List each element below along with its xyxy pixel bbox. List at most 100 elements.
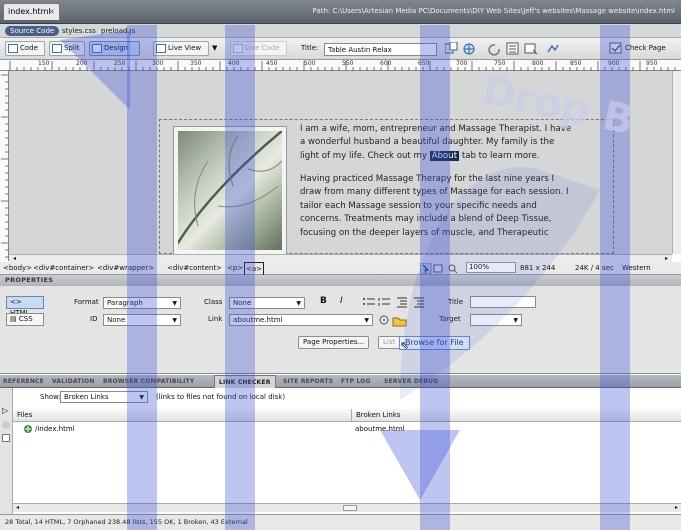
- related-file-preload[interactable]: preload.js: [101, 26, 135, 36]
- format-select[interactable]: Paragraph ▼: [103, 297, 181, 309]
- design-vertical-scrollbar[interactable]: [672, 71, 681, 254]
- class-select[interactable]: None ▼: [229, 297, 305, 309]
- design-view[interactable]: I am a wife, mom, entrepreneur and Massa…: [9, 71, 672, 254]
- unordered-list-icon: [363, 298, 375, 305]
- table-row[interactable]: /index.html aboutme.html: [13, 423, 681, 435]
- check-page-label[interactable]: Check Page: [625, 44, 666, 52]
- css-mode-icon: ▤: [10, 315, 17, 323]
- tab-validation[interactable]: VALIDATION: [52, 375, 95, 388]
- about-link[interactable]: About: [429, 150, 460, 161]
- class-value: None: [233, 299, 252, 307]
- close-icon[interactable]: ×: [48, 7, 55, 16]
- zoom-select[interactable]: 100%: [466, 262, 516, 273]
- row-broken-link[interactable]: aboutme.html: [355, 425, 405, 433]
- tag-wrapper[interactable]: <div#wrapper>: [97, 262, 154, 274]
- save-report-icon[interactable]: [2, 434, 10, 442]
- window-dimensions[interactable]: 881 x 244: [520, 262, 555, 274]
- ruler-label: 750: [494, 60, 506, 67]
- document-tab-bar: index.html × Path: C:\Users\Artesian Med…: [0, 0, 681, 24]
- para1-line-c-post: tab to learn more.: [459, 150, 540, 161]
- scroll-right-icon[interactable]: ▸: [675, 504, 678, 511]
- tab-browser-compatibility[interactable]: BROWSER COMPATIBILITY: [103, 375, 194, 388]
- chevron-down-icon: ▼: [513, 317, 518, 324]
- tab-index-html[interactable]: index.html ×: [3, 3, 60, 20]
- file-management-icon: [445, 42, 458, 54]
- tag-a[interactable]: <a>: [244, 262, 265, 276]
- properties-header[interactable]: PROPERTIES: [0, 275, 681, 286]
- scroll-thumb[interactable]: [343, 505, 357, 511]
- show-select[interactable]: Broken Links ▼: [60, 391, 148, 403]
- title-attr-input[interactable]: [470, 296, 536, 308]
- live-view-button[interactable]: Live View: [153, 41, 209, 56]
- para2-line-a: Having practiced Massage Therapy for the…: [300, 174, 555, 184]
- link-input[interactable]: aboutme.html ▼: [229, 314, 373, 326]
- page-properties-button[interactable]: Page Properties...: [298, 336, 370, 349]
- ruler-label: 650: [418, 60, 430, 67]
- download-size: 24K / 4 sec: [575, 264, 614, 272]
- tag-container[interactable]: <div#container>: [33, 262, 94, 274]
- page-title-input[interactable]: Table Austin Relax: [324, 43, 437, 56]
- design-view-icon: [92, 44, 102, 53]
- bold-button[interactable]: B: [320, 296, 327, 306]
- stop-icon[interactable]: [2, 421, 10, 429]
- column-files[interactable]: Files: [13, 409, 351, 422]
- source-code-button[interactable]: Source Code: [5, 26, 60, 36]
- para1-line-b: a wonderful husband a beautiful daughter…: [300, 137, 555, 148]
- ruler-label: 450: [266, 60, 278, 67]
- ruler-label: 200: [76, 60, 88, 67]
- html-mode-button[interactable]: <> HTML: [6, 296, 44, 317]
- id-select[interactable]: None ▼: [103, 314, 181, 326]
- link-tools: [379, 315, 407, 327]
- code-view-button[interactable]: Code: [5, 41, 45, 56]
- ordered-list-icon: [378, 298, 390, 306]
- scroll-left-icon[interactable]: ◂: [13, 255, 16, 262]
- list-tools: [363, 297, 424, 308]
- view-options-icon: [506, 42, 519, 55]
- tag-content[interactable]: <div#content>: [167, 262, 222, 274]
- status-bar: 28 Total, 14 HTML, 7 Orphaned 238.48 lis…: [0, 514, 681, 530]
- css-mode-button[interactable]: ▤ CSS: [6, 313, 44, 326]
- split-view-icon: [52, 44, 62, 53]
- tab-server-debug[interactable]: SERVER DEBUG: [384, 375, 438, 388]
- design-horizontal-scrollbar[interactable]: ◂ ▸: [9, 254, 672, 262]
- scroll-left-icon[interactable]: ◂: [16, 504, 19, 511]
- target-select[interactable]: ▼: [470, 314, 522, 326]
- tab-link-checker[interactable]: LINK CHECKER: [214, 375, 276, 388]
- live-code-button[interactable]: Live Code: [230, 41, 287, 56]
- italic-button[interactable]: I: [340, 296, 343, 306]
- results-horizontal-scrollbar[interactable]: ◂ ▸: [13, 503, 681, 512]
- target-label: Target: [439, 315, 461, 323]
- paragraph-2[interactable]: Having practiced Massage Therapy for the…: [300, 173, 612, 240]
- ruler-label: 800: [532, 60, 544, 67]
- chevron-down-icon: ▼: [296, 300, 301, 307]
- related-file-styles[interactable]: styles.css: [62, 26, 96, 36]
- ruler-label: 150: [38, 60, 50, 67]
- tag-p[interactable]: <p>: [227, 262, 243, 274]
- validate-markup-icon: [547, 44, 559, 53]
- live-view-dropdown-icon[interactable]: ▼: [212, 44, 217, 52]
- id-label: ID: [90, 315, 98, 323]
- design-view-button[interactable]: Design: [89, 41, 140, 56]
- tab-ftp-log[interactable]: FTP LOG: [341, 375, 371, 388]
- paragraph-1[interactable]: I am a wife, mom, entrepreneur and Massa…: [300, 123, 612, 163]
- chevron-down-icon: ▼: [364, 317, 369, 324]
- code-label: Code: [20, 44, 38, 52]
- horizontal-ruler: 150 200 250 300 350 400 450 500 550 600 650 700 750 8…: [0, 60, 681, 71]
- split-view-button[interactable]: Split: [49, 41, 85, 56]
- tab-reference[interactable]: REFERENCE: [3, 375, 44, 388]
- preview-browser-icon: [463, 43, 475, 55]
- check-page-icon[interactable]: [609, 42, 623, 55]
- results-sidebar: ▷: [0, 388, 13, 514]
- leaf-image: [178, 131, 282, 246]
- leaf-photo[interactable]: [174, 127, 286, 254]
- scroll-right-icon[interactable]: ▸: [665, 255, 668, 262]
- tag-selector-bar: <body> <div#container> <div#wrapper> <di…: [0, 262, 681, 284]
- column-broken-links[interactable]: Broken Links: [351, 409, 681, 422]
- visual-aids-icon: [524, 43, 538, 55]
- tab-site-reports[interactable]: SITE REPORTS: [283, 375, 333, 388]
- chevron-down-icon: ▼: [139, 394, 144, 401]
- format-label: Format: [74, 298, 99, 306]
- indent-icon: [414, 297, 424, 308]
- tag-body[interactable]: <body>: [3, 262, 32, 274]
- run-icon[interactable]: ▷: [2, 406, 8, 415]
